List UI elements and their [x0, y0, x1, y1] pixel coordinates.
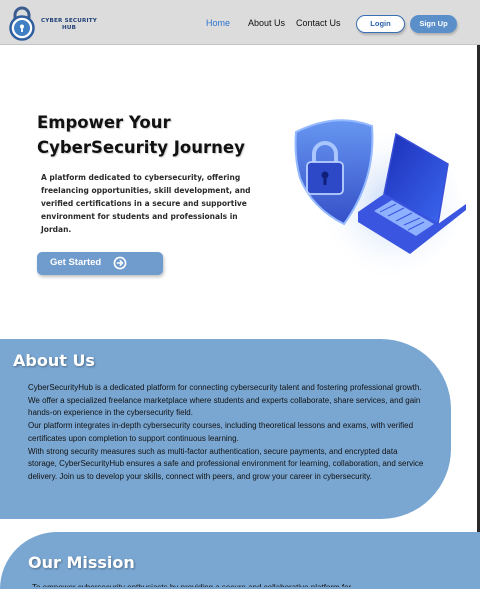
hero-title: Empower Your CyberSecurity Journey	[37, 110, 277, 160]
mission-text: To empower cybersecurity enthusiasts by …	[32, 582, 432, 587]
nav-link-home[interactable]: Home	[206, 18, 230, 28]
about-paragraph-3: With strong security measures such as mu…	[28, 446, 424, 481]
nav-link-about[interactable]: About Us	[248, 18, 285, 28]
brand-line-2: HUB	[61, 24, 77, 31]
hero-title-line-2: CyberSecurity Journey	[37, 138, 245, 157]
about-section: About Us CyberSecurityHub is a dedicated…	[0, 339, 451, 519]
hero-title-line-1: Empower Your	[37, 113, 171, 132]
hero-description: A platform dedicated to cybersecurity, o…	[41, 173, 251, 234]
login-button[interactable]: Login	[356, 15, 405, 33]
brand-line-1: CYBER SECURITY	[40, 18, 98, 24]
arrow-circle-right-icon	[113, 256, 127, 270]
padlock-logo-icon[interactable]	[6, 5, 38, 41]
about-text: CyberSecurityHub is a dedicated platform…	[28, 382, 428, 484]
about-paragraph-1: CyberSecurityHub is a dedicated platform…	[28, 383, 422, 418]
get-started-button[interactable]: Get Started	[37, 252, 163, 275]
shield-laptop-illustration	[294, 119, 466, 276]
about-paragraph-2: Our platform integrates in-depth cyberse…	[28, 421, 414, 443]
mission-title: Our Mission	[28, 553, 135, 572]
nav-link-contact[interactable]: Contact Us	[296, 18, 341, 28]
get-started-label: Get Started	[50, 257, 102, 268]
navbar: CYBER SECURITY HUB Home About Us Contact…	[0, 0, 480, 45]
brand-name[interactable]: CYBER SECURITY HUB	[40, 18, 98, 31]
mission-section: Our Mission To empower cybersecurity ent…	[0, 532, 480, 589]
signup-button[interactable]: Sign Up	[410, 15, 457, 33]
about-title: About Us	[13, 351, 95, 370]
